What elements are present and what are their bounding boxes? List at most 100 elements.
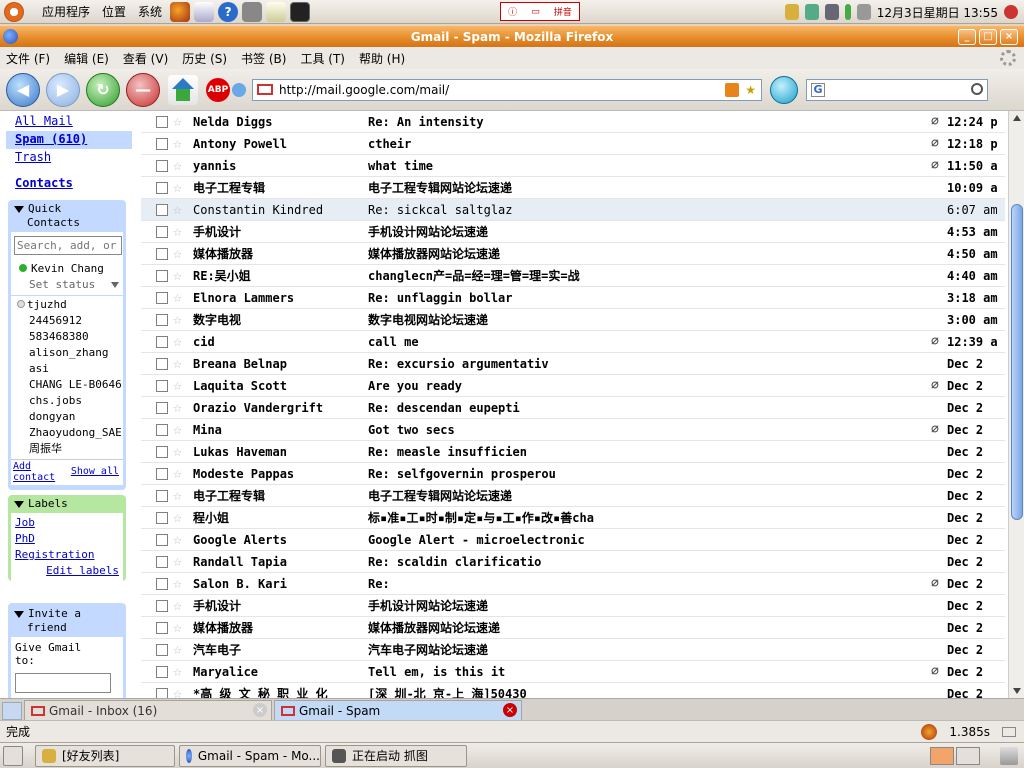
- input-method-indicator[interactable]: ⓘ ▭ 拼音: [500, 2, 580, 21]
- star-icon[interactable]: ☆: [173, 378, 188, 393]
- scroll-down-icon[interactable]: [1013, 688, 1021, 694]
- star-icon[interactable]: ☆: [173, 290, 188, 305]
- mail-row[interactable]: ☆ 电子工程专辑 电子工程专辑网站论坛速递 Dec 2: [141, 485, 1005, 507]
- url-bar[interactable]: http://mail.google.com/mail/ ★: [252, 78, 762, 101]
- star-icon[interactable]: ☆: [173, 554, 188, 569]
- select-checkbox[interactable]: [156, 555, 168, 568]
- mail-row[interactable]: ☆ RE:吴小姐 changlecn产=品=经=理=管=理=实=战 4:40 am: [141, 265, 1005, 287]
- terminal-launcher-icon[interactable]: [290, 1, 311, 22]
- contact-item[interactable]: tjuzhd: [11, 297, 123, 313]
- select-checkbox[interactable]: [156, 269, 168, 282]
- contact-item[interactable]: chs.jobs: [11, 393, 123, 409]
- rss-feed-icon[interactable]: [725, 82, 739, 97]
- close-button[interactable]: ×: [1000, 29, 1018, 45]
- mail-row[interactable]: ☆ Google Alerts Google Alert - microelectr…: [141, 529, 1005, 551]
- maximize-button[interactable]: □: [979, 29, 997, 45]
- update-icon[interactable]: [804, 4, 819, 20]
- user-icon[interactable]: [784, 4, 799, 20]
- menu-view[interactable]: 查看 (V): [123, 50, 168, 67]
- new-tab-icon[interactable]: [2, 702, 22, 720]
- contact-item[interactable]: asi: [11, 361, 123, 377]
- adblock-dropdown-icon[interactable]: [232, 82, 246, 97]
- select-checkbox[interactable]: [156, 445, 168, 458]
- menu-edit[interactable]: 编辑 (E): [64, 50, 109, 67]
- places-menu[interactable]: 位置: [102, 3, 126, 20]
- edit-labels-link[interactable]: Edit labels: [15, 563, 119, 579]
- quick-contacts-header[interactable]: Quick Contacts: [8, 200, 126, 232]
- stop-button[interactable]: —: [126, 72, 160, 107]
- window-menu-icon[interactable]: [3, 29, 18, 44]
- star-icon[interactable]: ☆: [173, 510, 188, 525]
- firebug-icon[interactable]: [921, 724, 938, 740]
- google-search-engine-icon[interactable]: G: [811, 82, 825, 97]
- select-checkbox[interactable]: [156, 687, 168, 698]
- star-icon[interactable]: ☆: [173, 576, 188, 591]
- system-menu[interactable]: 系统: [138, 3, 162, 20]
- star-icon[interactable]: ☆: [173, 114, 188, 129]
- label-phd[interactable]: PhD: [15, 531, 119, 547]
- close-tab-icon[interactable]: ×: [503, 703, 517, 717]
- mail-row[interactable]: ☆ Maryalice Tell em, is this it ⌀ Dec 2: [141, 661, 1005, 683]
- select-checkbox[interactable]: [156, 511, 168, 524]
- scroll-up-icon[interactable]: [1013, 115, 1021, 121]
- mail-row[interactable]: ☆ 媒体播放器 媒体播放器网站论坛速递 4:50 am: [141, 243, 1005, 265]
- star-icon[interactable]: ☆: [173, 356, 188, 371]
- mail-row[interactable]: ☆ Elnora Lammers Re: unflaggin bollar 3:18 …: [141, 287, 1005, 309]
- star-icon[interactable]: ☆: [173, 532, 188, 547]
- workspace-1[interactable]: [930, 747, 954, 765]
- mail-row[interactable]: ☆ Salon B. Kari Re: ⌀ Dec 2: [141, 573, 1005, 595]
- mail-row[interactable]: ☆ 程小姐 标▪准▪工▪时▪制▪定▪与▪工▪作▪改▪善cha Dec 2: [141, 507, 1005, 529]
- menu-file[interactable]: 文件 (F): [6, 50, 50, 67]
- contact-item[interactable]: 583468380: [11, 329, 123, 345]
- close-tab-icon[interactable]: ×: [253, 703, 267, 717]
- vertical-scrollbar[interactable]: [1008, 111, 1024, 698]
- workspace-2[interactable]: [956, 747, 980, 765]
- star-icon[interactable]: ☆: [173, 664, 188, 679]
- applications-menu[interactable]: 应用程序: [42, 3, 90, 20]
- window-titlebar[interactable]: Gmail - Spam - Mozilla Firefox _ □ ×: [0, 25, 1024, 47]
- network-icon[interactable]: [824, 4, 839, 20]
- nav-spam[interactable]: Spam (610): [15, 132, 87, 146]
- mail-row[interactable]: ☆ Orazio Vandergrift Re: descendan eupepti…: [141, 397, 1005, 419]
- select-checkbox[interactable]: [156, 181, 168, 194]
- nav-trash[interactable]: Trash: [15, 150, 51, 164]
- select-checkbox[interactable]: [156, 115, 168, 128]
- star-icon[interactable]: ☆: [173, 180, 188, 195]
- set-status-dropdown[interactable]: Set status: [11, 277, 123, 293]
- trash-icon[interactable]: [1000, 747, 1018, 765]
- nav-all-mail[interactable]: All Mail: [15, 114, 73, 128]
- home-button[interactable]: [168, 74, 198, 105]
- show-all-link[interactable]: Show all: [71, 466, 119, 477]
- select-checkbox[interactable]: [156, 357, 168, 370]
- scrollbar-thumb[interactable]: [1011, 204, 1023, 520]
- clock[interactable]: 12月3日星期日 13:55: [877, 4, 998, 21]
- invite-header[interactable]: Invite a friend: [8, 603, 126, 637]
- select-checkbox[interactable]: [156, 643, 168, 656]
- power-icon[interactable]: [1004, 5, 1018, 19]
- mail-row[interactable]: ☆ Mina Got two secs ⌀ Dec 2: [141, 419, 1005, 441]
- mail-launcher-icon[interactable]: [194, 1, 215, 22]
- star-icon[interactable]: ☆: [173, 158, 188, 173]
- forward-button[interactable]: ▶: [46, 72, 80, 107]
- star-icon[interactable]: ☆: [173, 224, 188, 239]
- menu-help[interactable]: 帮助 (H): [359, 50, 405, 67]
- select-checkbox[interactable]: [156, 225, 168, 238]
- tab-spam[interactable]: Gmail - Spam ×: [274, 700, 522, 720]
- label-job[interactable]: Job: [15, 515, 119, 531]
- search-icon[interactable]: [971, 82, 983, 95]
- mail-row[interactable]: ☆ 手机设计 手机设计网站论坛速递 Dec 2: [141, 595, 1005, 617]
- select-checkbox[interactable]: [156, 401, 168, 414]
- select-checkbox[interactable]: [156, 621, 168, 634]
- taskbar-buddy-list[interactable]: [好友列表]: [35, 744, 175, 767]
- tab-inbox[interactable]: Gmail - Inbox (16) ×: [24, 700, 272, 720]
- mail-row[interactable]: ☆ Lukas Haveman Re: measle insufficien Dec …: [141, 441, 1005, 463]
- contact-item[interactable]: CHANG LE-B0646: [11, 377, 123, 393]
- star-icon[interactable]: ☆: [173, 466, 188, 481]
- nav-contacts[interactable]: Contacts: [15, 176, 73, 190]
- contact-item[interactable]: 24456912: [11, 313, 123, 329]
- mail-row[interactable]: ☆ 数字电视 数字电视网站论坛速递 3:00 am: [141, 309, 1005, 331]
- menu-bookmarks[interactable]: 书签 (B): [241, 50, 286, 67]
- mail-row[interactable]: ☆ Nelda Diggs Re: An intensity ⌀ 12:24 p: [141, 111, 1005, 133]
- mail-row[interactable]: ☆ Modeste Pappas Re: selfgovernin prospero…: [141, 463, 1005, 485]
- select-checkbox[interactable]: [156, 423, 168, 436]
